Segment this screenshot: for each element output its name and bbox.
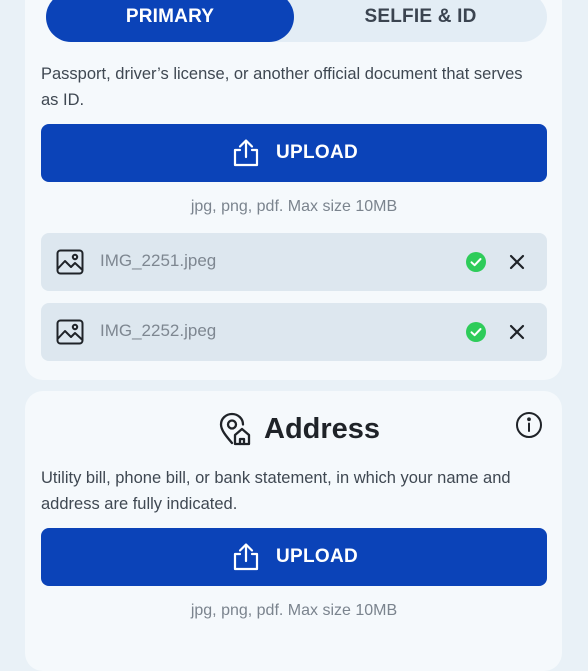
uploaded-file-row: IMG_2251.jpeg bbox=[41, 233, 547, 291]
close-icon[interactable] bbox=[507, 322, 527, 342]
file-name: IMG_2252.jpeg bbox=[100, 321, 217, 340]
tab-primary[interactable]: PRIMARY bbox=[46, 0, 294, 42]
check-circle-icon bbox=[466, 322, 486, 342]
document-type-tabs: PRIMARY SELFIE & ID bbox=[46, 0, 547, 42]
upload-icon bbox=[233, 543, 259, 571]
uploaded-file-row: IMG_2252.jpeg bbox=[41, 303, 547, 361]
upload-label: UPLOAD bbox=[275, 546, 359, 567]
image-icon bbox=[56, 249, 84, 275]
identity-description: Passport, driver’s license, or another o… bbox=[41, 65, 523, 109]
check-circle-icon bbox=[466, 252, 486, 272]
tab-selfie-id[interactable]: SELFIE & ID bbox=[294, 0, 547, 42]
info-icon[interactable] bbox=[515, 411, 543, 439]
identity-upload-button[interactable]: UPLOAD bbox=[41, 124, 547, 182]
location-home-icon bbox=[219, 412, 251, 446]
address-section-header: Address bbox=[218, 412, 380, 446]
file-name: IMG_2251.jpeg bbox=[100, 251, 217, 270]
upload-label: UPLOAD bbox=[275, 142, 359, 163]
address-file-hint: jpg, png, pdf. Max size 10MB bbox=[190, 602, 398, 619]
identity-file-hint: jpg, png, pdf. Max size 10MB bbox=[190, 198, 398, 215]
address-title: Address bbox=[264, 412, 381, 445]
close-icon[interactable] bbox=[507, 252, 527, 272]
image-icon bbox=[56, 319, 84, 345]
address-upload-button[interactable]: UPLOAD bbox=[41, 528, 547, 586]
upload-icon bbox=[233, 139, 259, 167]
address-description: Utility bill, phone bill, or bank statem… bbox=[41, 469, 511, 513]
